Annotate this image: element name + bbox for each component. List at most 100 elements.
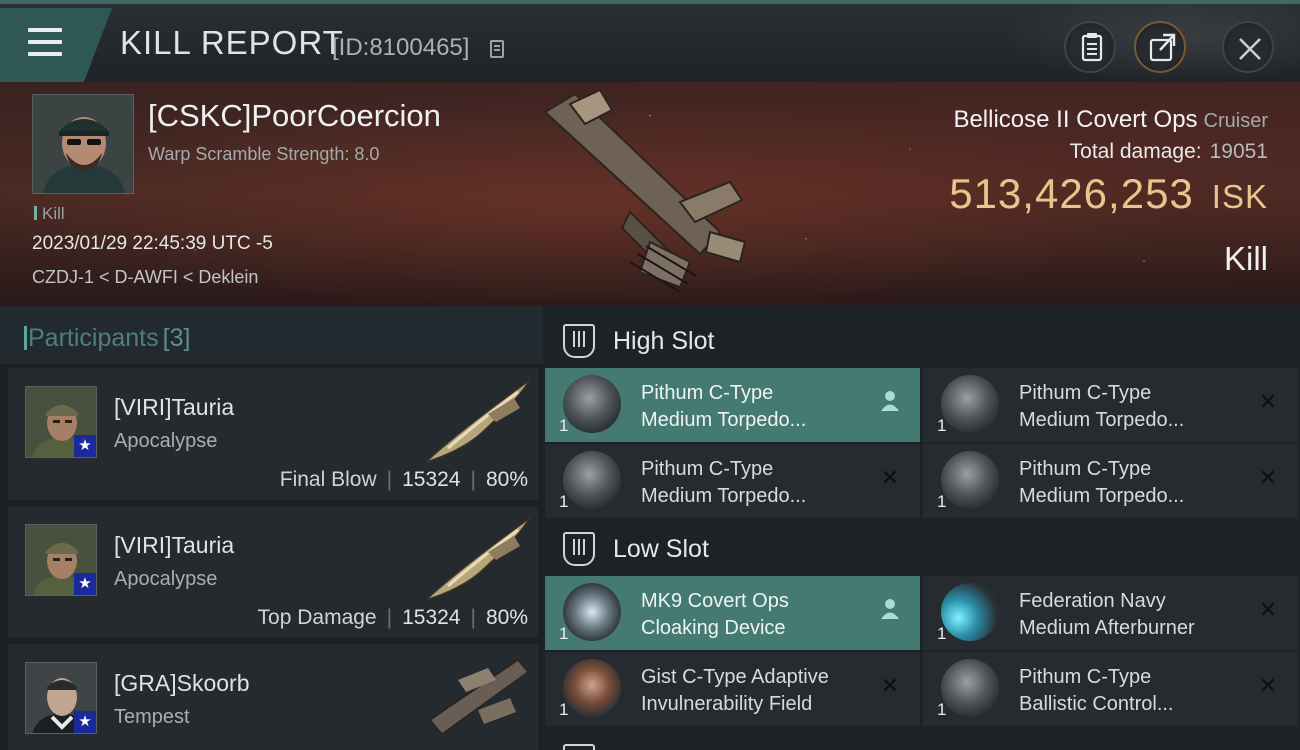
participant-portrait[interactable]: ★ (25, 386, 97, 458)
module-name-line2: Ballistic Control... (1019, 693, 1174, 715)
participant-ship: Apocalypse (114, 430, 218, 452)
avatar (33, 95, 133, 193)
participant-row[interactable]: ★ [VIRI]Tauria Apocalypse Final Blow | 153… (8, 368, 538, 500)
victim-name[interactable]: [CSKC]PoorCoercion (148, 98, 441, 134)
module-name-line1: Pithum C-Type (1019, 382, 1152, 404)
total-damage-value: 19051 (1209, 140, 1268, 163)
destroyed-x-icon: ✕ (880, 465, 900, 490)
participant-role: Top Damage (257, 606, 377, 629)
mid-slot-icon (563, 744, 595, 750)
module-name: Pithum C-Type Ballistic Control... (1019, 664, 1174, 718)
share-button[interactable] (1134, 21, 1186, 73)
star-icon: ★ (74, 711, 96, 733)
participants-header: Participants [3] (0, 306, 543, 364)
star-icon: ★ (74, 435, 96, 457)
clipboard-button[interactable] (1064, 21, 1116, 73)
divider: | (386, 468, 393, 491)
menu-button[interactable] (0, 8, 112, 82)
module-name-line1: Pithum C-Type (641, 458, 774, 480)
top-bar: KILL REPORT [ID:8100465] (0, 0, 1300, 86)
module-name-line2: Cloaking Device (641, 617, 786, 639)
report-id: [ID:8100465] (332, 34, 470, 61)
menu-icon-bar (28, 52, 62, 56)
participant-damage: 15324 (402, 606, 461, 629)
share-icon (1149, 33, 1176, 62)
participant-stats: Top Damage | 15324 | 80% (258, 606, 528, 630)
cloaking-device-icon (563, 583, 621, 641)
kill-location[interactable]: CZDJ-1 < D-AWFI < Deklein (32, 267, 258, 288)
module-name-line2: Medium Torpedo... (641, 485, 807, 507)
module-quantity: 1 (937, 416, 947, 435)
menu-icon (28, 28, 62, 32)
module-item[interactable]: 1 Pithum C-Type Medium Torpedo... (545, 368, 920, 442)
participant-stats: Final Blow | 15324 | 80% (280, 468, 528, 492)
divider: | (470, 606, 476, 629)
participants-panel: Participants [3] ★ [VIRI]Tauria Apocalyps… (0, 306, 543, 750)
module-item[interactable]: 1 Pithum C-Type Medium Torpedo... ✕ (545, 444, 920, 518)
destroyed-x-icon: ✕ (1258, 597, 1278, 622)
destroyed-x-icon: ✕ (1258, 389, 1278, 414)
isk-amount: 513,426,253 (949, 170, 1194, 217)
participant-name[interactable]: [VIRI]Tauria (114, 394, 234, 421)
torpedo-launcher-icon (941, 375, 999, 433)
module-name: Pithum C-Type Medium Torpedo... (641, 380, 806, 434)
fitting-panel: High Slot 1 Pithum C-Type Medium Torpedo… (543, 306, 1300, 750)
participant-ship-image (425, 379, 531, 463)
total-damage-label: Total damage: (1069, 140, 1202, 163)
module-name-line1: Pithum C-Type (1019, 458, 1152, 480)
module-name-line1: Gist C-Type Adaptive (641, 666, 829, 688)
module-name: MK9 Covert Ops Cloaking Device (641, 588, 789, 642)
participant-name[interactable]: [GRA]Skoorb (114, 670, 250, 697)
module-item[interactable]: 1 Pithum C-Type Ballistic Control... ✕ (923, 652, 1298, 726)
module-item[interactable]: 1 Pithum C-Type Medium Torpedo... ✕ (923, 368, 1298, 442)
module-item[interactable]: 1 MK9 Covert Ops Cloaking Device (545, 576, 920, 650)
shield-hardener-icon (563, 659, 621, 717)
destroyed-x-icon: ✕ (880, 673, 900, 698)
module-name: Federation Navy Medium Afterburner (1019, 588, 1195, 642)
high-slot-header: High Slot (543, 310, 1300, 370)
participants-count: [3] (162, 324, 191, 352)
module-quantity: 1 (937, 492, 947, 511)
module-name-line2: Medium Torpedo... (1019, 409, 1185, 431)
module-item[interactable]: 1 Federation Navy Medium Afterburner ✕ (923, 576, 1298, 650)
kill-tag: Kill (34, 204, 65, 224)
high-slot-icon (563, 324, 595, 358)
module-item[interactable]: 1 Gist C-Type Adaptive Invulnerability F… (545, 652, 920, 726)
module-name-line1: Pithum C-Type (1019, 666, 1152, 688)
participant-portrait[interactable]: ★ (25, 524, 97, 596)
page-title: KILL REPORT (120, 24, 344, 61)
participant-ship-image (428, 658, 530, 736)
victim-portrait[interactable] (32, 94, 134, 194)
module-quantity: 1 (559, 624, 569, 643)
module-quantity: 1 (559, 492, 569, 511)
divider: | (470, 468, 476, 491)
dropped-person-icon (878, 390, 902, 414)
kill-result: Kill (1223, 240, 1268, 277)
module-name-line1: Federation Navy (1019, 590, 1166, 612)
low-slot-icon (563, 532, 595, 566)
module-name: Gist C-Type Adaptive Invulnerability Fie… (641, 664, 829, 718)
participant-portrait[interactable]: ★ (25, 662, 97, 734)
destroyed-x-icon: ✕ (1258, 673, 1278, 698)
participant-ship-image (425, 517, 531, 601)
module-name: Pithum C-Type Medium Torpedo... (641, 456, 806, 510)
victim-ship-image (543, 88, 747, 293)
ship-name[interactable]: Bellicose II Covert Ops Cruiser (953, 106, 1268, 134)
ballistic-control-icon (941, 659, 999, 717)
close-button[interactable] (1222, 21, 1274, 73)
low-slot-header: Low Slot (543, 518, 1300, 578)
module-item[interactable]: 1 Pithum C-Type Medium Torpedo... ✕ (923, 444, 1298, 518)
participant-row[interactable]: ★ [GRA]Skoorb Tempest (8, 644, 538, 750)
participant-damage: 15324 (402, 468, 461, 491)
participant-percent: 80% (485, 468, 528, 491)
next-slot-header (543, 730, 1300, 750)
module-name-line2: Medium Afterburner (1019, 617, 1195, 639)
module-name: Pithum C-Type Medium Torpedo... (1019, 380, 1184, 434)
participants-label: Participants (28, 324, 159, 352)
ship-type: Bellicose II Covert Ops (953, 106, 1198, 133)
close-icon (1239, 38, 1261, 60)
participant-row[interactable]: ★ [VIRI]Tauria Apocalypse Top Damage | 153… (8, 506, 538, 638)
participant-ship: Tempest (114, 706, 190, 728)
copy-icon[interactable] (490, 40, 504, 58)
participant-name[interactable]: [VIRI]Tauria (114, 532, 234, 559)
